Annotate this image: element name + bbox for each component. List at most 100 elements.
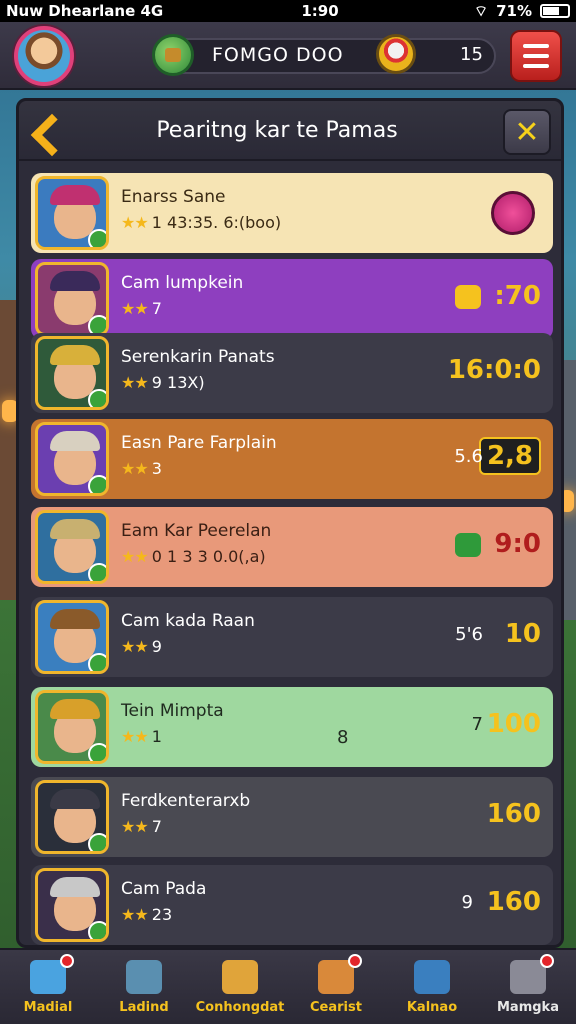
nav-item[interactable]: Kalnao [384,950,480,1024]
list-item[interactable]: Cam Pada ★★ 23 160 9 [31,865,553,945]
star-icon: ★★ [121,727,152,746]
menu-line-icon [523,44,549,48]
item-rating-text: 9 [151,637,162,656]
list-item[interactable]: Easn Pare Farplain ★★ 3 2,8 5.6 [31,419,553,499]
nav-label: Cearist [310,1000,362,1015]
star-icon: ★★ [121,817,152,836]
item-rating: ★★ 23 [121,905,172,924]
star-icon: ★★ [121,905,152,924]
nav-label: Madial [23,1000,73,1015]
wifi-icon: ⌔ [473,1,489,20]
menu-line-icon [523,64,549,68]
list-item[interactable]: Tein Mimpta ★★ 1 100 7 8 [31,687,553,767]
list-item[interactable]: Eam Kar Peerelan ★★ 0 1 3 3 0.0(,a) 9:0 [31,507,553,587]
level-badge-icon [88,833,106,851]
battery-percent: 71% [496,2,532,20]
close-button[interactable]: ✕ [503,109,551,155]
level-badge-icon [88,229,106,247]
item-value: 2,8 [478,437,541,475]
item-value: 160 [486,799,541,829]
player-avatar[interactable] [14,26,74,86]
item-value: 10 [504,619,541,649]
panel-header: Pearitng kar te Pamas ✕ [19,101,561,161]
item-portrait [35,690,109,764]
item-rating-text: 0 1 3 3 0.0(,a) [151,547,266,566]
item-portrait [35,868,109,942]
sword-icon [126,960,162,994]
item-value: :70 [494,281,541,311]
item-title: Serenkarin Panats [121,347,275,367]
star-icon: ★★ [121,373,152,392]
item-portrait [35,422,109,496]
item-prefix: 7 [471,714,483,735]
star-icon: ★★ [121,213,152,232]
item-value: 160 [486,887,541,917]
item-rating: ★★ 7 [121,299,162,318]
level-badge-icon [88,743,106,761]
bottom-nav: Madial Ladind Conhongdat Cearist Kalnao Mamgk… [0,948,576,1024]
item-portrait [35,262,109,336]
item-prefix: 5'6 [455,624,483,645]
nav-item[interactable]: Madial [0,950,96,1024]
item-title: Eam Kar Peerelan [121,521,272,541]
item-rating: ★★ 3 [121,459,162,478]
list-item[interactable]: Enarss Sane ★★ 1 43:35. 6:(boo) [31,173,553,253]
item-prefix: 5.6 [454,446,483,467]
battery-icon [540,4,570,18]
resource-label: FOMGO DOO [212,44,344,66]
notification-dot-icon [348,954,362,968]
portrait-hat [50,519,100,539]
portrait-hat [50,609,100,629]
item-title: Enarss Sane [121,187,226,207]
list-item[interactable]: Serenkarin Panats ★★ 9 13X) 16:0:0 [31,333,553,413]
star-icon: ★★ [121,459,152,478]
gem-icon [376,34,416,74]
item-rating: ★★ 1 43:35. 6:(boo) [121,213,281,232]
chest-icon [222,960,258,994]
nav-item[interactable]: Cearist [288,950,384,1024]
item-value: 100 [486,709,541,739]
item-portrait [35,780,109,854]
portrait-hat [50,271,100,291]
item-portrait [35,510,109,584]
level-badge-icon [88,563,106,581]
item-rating-text: 23 [151,905,173,924]
list-panel: Pearitng kar te Pamas ✕ Enarss Sane ★★ 1 … [16,98,564,948]
nav-label: Mamgka [497,1000,559,1015]
nav-item[interactable]: Ladind [96,950,192,1024]
nav-label: Ladind [119,1000,169,1015]
star-icon: ★★ [121,299,152,318]
list-item[interactable]: Cam lumpkein ★★ 7:70 [31,259,553,339]
list-item[interactable]: Cam kada Raan ★★ 9 10 5'6 [31,597,553,677]
menu-line-icon [523,54,549,58]
item-rating: ★★ 0 1 3 3 0.0(,a) [121,547,266,566]
gold-chip-icon [455,285,481,309]
close-icon: ✕ [514,114,540,150]
item-rating-text: 1 43:35. 6:(boo) [151,213,282,232]
portrait-hat [50,699,100,719]
item-rating: ★★ 1 [121,727,162,746]
clock: 1:90 [301,2,339,20]
item-rating-text: 3 [151,459,162,478]
item-title: Cam Pada [121,879,207,899]
item-rating: ★★ 7 [121,817,162,836]
item-title: Tein Mimpta [121,701,224,721]
status-right: ⌔ 71% [474,2,570,21]
item-portrait [35,600,109,674]
nav-item[interactable]: Mamgka [480,950,576,1024]
list-item[interactable]: Ferdkenterarxb ★★ 7 160 [31,777,553,857]
status-bar: Nuw Dhearlane 4G 1:90 ⌔ 71% [0,0,576,22]
pink-coin-icon[interactable] [491,191,535,235]
menu-button[interactable] [510,30,562,82]
shield-icon [414,960,450,994]
level-badge-icon [88,653,106,671]
resource-count: 15 [460,44,483,65]
item-value: 16:0:0 [447,355,541,385]
portrait-hat [50,789,100,809]
item-rating-text: 7 [151,817,162,836]
nav-item[interactable]: Conhongdat [192,950,288,1024]
panel-title: Pearitng kar te Pamas [156,118,398,143]
level-badge-icon [88,389,106,407]
nav-label: Conhongdat [195,1000,285,1015]
nav-label: Kalnao [406,1000,458,1015]
